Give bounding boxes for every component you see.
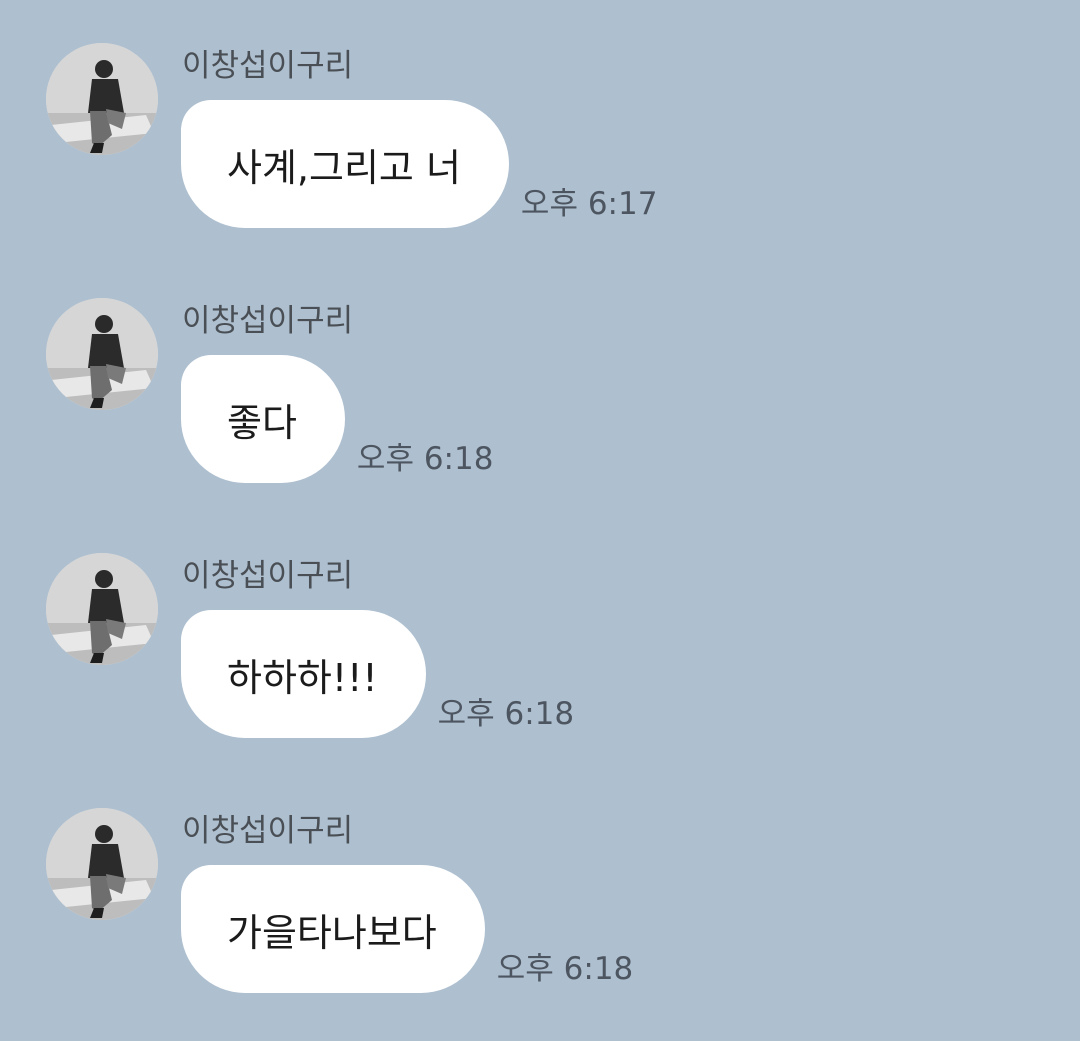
message-row: 사계,그리고 너 오후 6:17: [181, 100, 657, 228]
message-bubble[interactable]: 사계,그리고 너: [181, 100, 509, 228]
message-group: 이창섭이구리 좋다 오후 6:18: [0, 255, 1080, 483]
sender-name: 이창섭이구리: [182, 303, 354, 339]
message-time: 오후 6:18: [356, 441, 494, 477]
sender-name: 이창섭이구리: [182, 558, 354, 594]
message-group: 이창섭이구리 사계,그리고 너 오후 6:17: [0, 0, 1080, 228]
message-row: 하하하!!! 오후 6:18: [181, 610, 574, 738]
avatar[interactable]: [46, 553, 158, 665]
message-bubble[interactable]: 좋다: [181, 355, 345, 483]
message-time: 오후 6:18: [496, 951, 634, 987]
message-row: 가을타나보다 오후 6:18: [181, 865, 633, 993]
sender-name: 이창섭이구리: [182, 48, 354, 84]
message-time: 오후 6:18: [437, 696, 575, 732]
avatar[interactable]: [46, 808, 158, 920]
sender-name: 이창섭이구리: [182, 813, 354, 849]
message-bubble[interactable]: 하하하!!!: [181, 610, 426, 738]
avatar[interactable]: [46, 298, 158, 410]
message-row: 좋다 오후 6:18: [181, 355, 493, 483]
avatar[interactable]: [46, 43, 158, 155]
message-group: 이창섭이구리 하하하!!! 오후 6:18: [0, 510, 1080, 738]
message-time: 오후 6:17: [520, 186, 658, 222]
message-group: 이창섭이구리 가을타나보다 오후 6:18: [0, 765, 1080, 993]
message-bubble[interactable]: 가을타나보다: [181, 865, 485, 993]
